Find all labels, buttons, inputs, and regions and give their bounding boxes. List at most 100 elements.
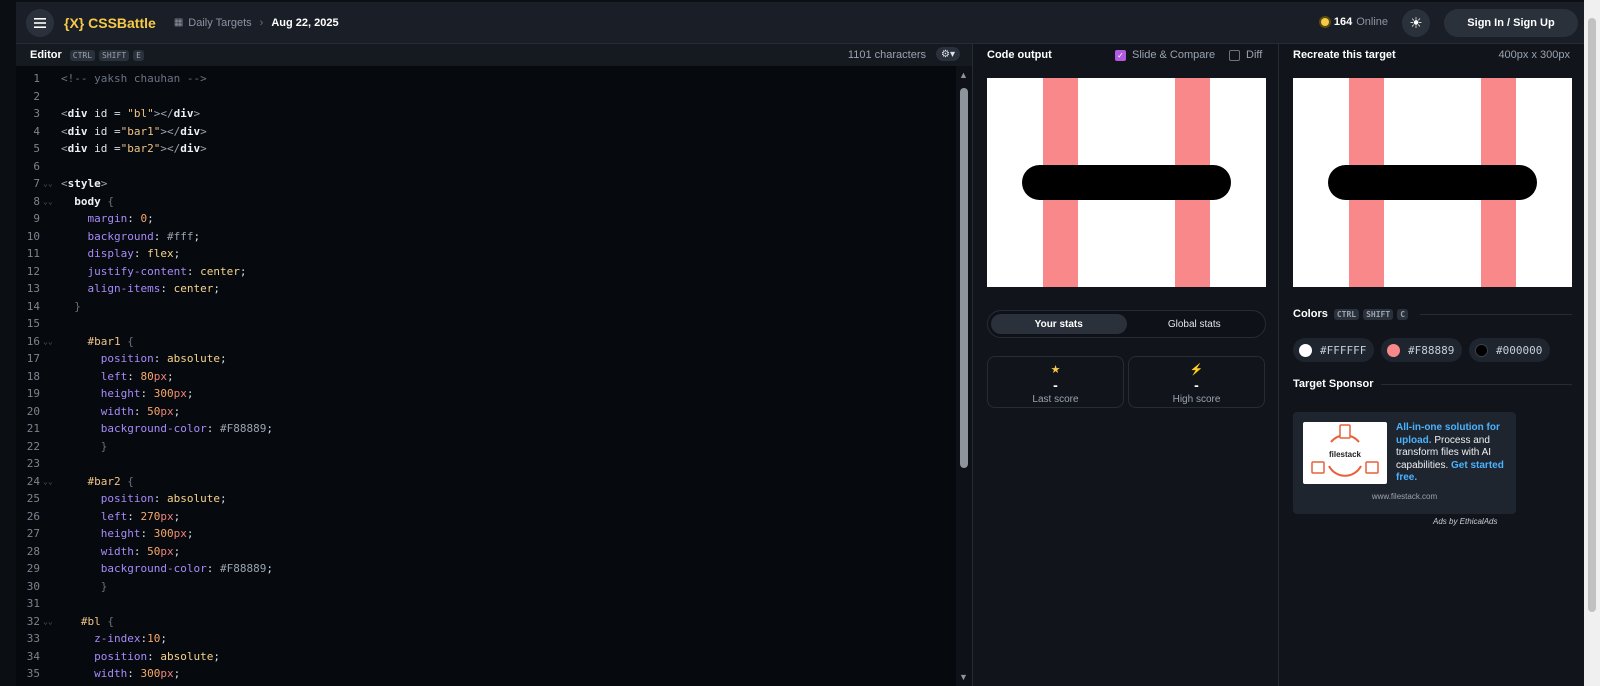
breadcrumb-date[interactable]: Aug 22, 2025	[271, 17, 338, 29]
code-line[interactable]: left: 270px;	[61, 510, 181, 523]
fold-icon[interactable]: ⌄⌄	[43, 337, 53, 346]
code-output-canvas[interactable]	[987, 78, 1266, 287]
code-line[interactable]: background-color: #F88889;	[61, 562, 273, 575]
breadcrumb-daily-targets[interactable]: Daily Targets	[188, 17, 251, 29]
menu-icon	[34, 17, 46, 28]
code-line[interactable]: height: 300px;	[61, 387, 194, 400]
code-line[interactable]: body {	[61, 195, 114, 208]
code-line[interactable]: <style>	[61, 177, 107, 190]
target-black-pill	[1328, 165, 1537, 200]
diff-toggle[interactable]: Diff	[1229, 49, 1262, 61]
line-number: 9	[33, 212, 40, 225]
online-label: Online	[1356, 16, 1388, 28]
line-number: 1	[33, 72, 40, 85]
fold-icon[interactable]: ⌄⌄	[43, 179, 53, 188]
line-number: 35	[26, 667, 40, 680]
line-number: 32	[26, 614, 40, 628]
code-line[interactable]: #bl {	[61, 615, 114, 628]
filestack-logo[interactable]: filestack	[1303, 422, 1387, 484]
tab-global-stats[interactable]: Global stats	[1127, 314, 1263, 334]
gear-icon: ⚙▾	[941, 48, 955, 60]
color-dot	[1387, 343, 1400, 357]
code-line[interactable]: <div id ="bar1"></div>	[61, 125, 207, 138]
sponsor-copy[interactable]: All-in-one solution for upload. Process …	[1396, 422, 1508, 485]
line-number: 23	[26, 457, 40, 470]
target-panel: Recreate this target 400px x 300px Color…	[1278, 44, 1584, 686]
code-editor[interactable]: 1 <!-- yaksh chauhan --> 2 3 <div id = "…	[16, 66, 956, 686]
menu-button[interactable]	[26, 8, 54, 37]
theme-toggle-button[interactable]: ☀	[1402, 9, 1430, 37]
line-number: 20	[26, 404, 40, 418]
line-number: 25	[26, 492, 40, 505]
code-line[interactable]: left: 80px;	[61, 370, 174, 383]
slide-compare-toggle[interactable]: ✓ Slide & Compare	[1115, 49, 1215, 61]
editor-scrollbar[interactable]: ▲ ▼	[956, 66, 972, 686]
code-line[interactable]: height: 300px;	[61, 527, 194, 540]
sponsor-ad[interactable]: filestack All-in-one solution for upload…	[1293, 412, 1516, 514]
online-count: 164	[1333, 16, 1353, 28]
color-swatch-pink[interactable]: #F88889	[1381, 338, 1463, 362]
fold-icon[interactable]: ⌄⌄	[43, 197, 53, 206]
editor-scroll-thumb[interactable]	[960, 88, 968, 468]
code-line[interactable]: align-items: center;	[61, 282, 220, 295]
line-number: 16	[26, 334, 40, 348]
code-line[interactable]: width: 50px;	[61, 405, 181, 418]
code-line[interactable]: #bar1 {	[61, 335, 134, 348]
code-line[interactable]: justify-content: center;	[61, 265, 247, 278]
high-score-value: -	[1194, 377, 1199, 393]
code-line[interactable]: <div id ="bar2"></div>	[61, 142, 207, 155]
diff-checkbox[interactable]	[1229, 49, 1240, 61]
scroll-down-icon[interactable]: ▼	[959, 672, 968, 682]
code-line[interactable]: #bar2 {	[61, 475, 134, 488]
divider	[1381, 383, 1572, 385]
code-line[interactable]: position: absolute;	[61, 352, 227, 365]
tab-your-stats[interactable]: Your stats	[991, 314, 1127, 334]
code-line[interactable]: background-color: #F88889;	[61, 422, 273, 435]
check-icon[interactable]: ✓	[1115, 49, 1126, 61]
diff-label: Diff	[1246, 49, 1263, 61]
line-number: 26	[26, 509, 40, 523]
code-line[interactable]: background: #fff;	[61, 230, 201, 243]
code-line[interactable]: }	[61, 300, 81, 313]
color-dot	[1475, 343, 1488, 357]
code-line[interactable]: position: absolute;	[61, 492, 227, 505]
line-number: 2	[33, 89, 40, 103]
sponsor-logo-text: filestack	[1328, 450, 1362, 459]
code-line[interactable]: }	[61, 440, 108, 453]
scroll-up-icon[interactable]: ▲	[959, 70, 968, 80]
editor-settings-button[interactable]: ⚙▾	[936, 47, 960, 61]
target-title: Recreate this target	[1293, 49, 1396, 61]
shortcut-key: E	[133, 49, 144, 61]
code-line[interactable]: display: flex;	[61, 247, 181, 260]
line-number: 5	[33, 142, 40, 155]
target-size: 400px x 300px	[1498, 49, 1570, 61]
page-scrollbar[interactable]	[1584, 0, 1600, 686]
sign-in-button[interactable]: Sign In / Sign Up	[1444, 9, 1578, 37]
colors-title: Colors	[1293, 308, 1328, 320]
page-scroll-thumb[interactable]	[1588, 18, 1596, 612]
code-line[interactable]: z-index:10;	[61, 632, 167, 645]
fold-icon[interactable]: ⌄⌄	[43, 477, 53, 486]
line-number: 24	[26, 474, 40, 488]
editor-title: Editor	[30, 49, 62, 61]
color-swatch-black[interactable]: #000000	[1469, 338, 1551, 362]
brand-logo[interactable]: {X} CSSBattle	[64, 15, 156, 31]
top-bar: {X} CSSBattle ▦ Daily Targets › Aug 22, …	[16, 2, 1584, 44]
target-canvas	[1293, 78, 1572, 287]
code-line[interactable]: <!-- yaksh chauhan -->	[61, 72, 207, 85]
fold-icon[interactable]: ⌄⌄	[43, 617, 53, 626]
code-line[interactable]: width: 50px;	[61, 545, 181, 558]
code-line[interactable]: width: 300px;	[61, 667, 180, 680]
code-line[interactable]: <div id = "bl"></div>	[61, 107, 200, 120]
code-line[interactable]: margin: 0;	[61, 212, 154, 225]
line-number: 31	[26, 597, 40, 610]
sponsor-url[interactable]: www.filestack.com	[1293, 492, 1516, 501]
line-number: 7	[33, 177, 40, 190]
character-count: 1101 characters	[847, 49, 926, 61]
code-line[interactable]: }	[61, 580, 108, 593]
colors-heading: Colors CTRL SHIFT C	[1293, 308, 1572, 320]
ads-by-link[interactable]: Ads by EthicalAds	[1433, 517, 1497, 526]
color-swatch-white[interactable]: #FFFFFF	[1293, 338, 1375, 362]
last-score-value: -	[1053, 377, 1058, 393]
code-line[interactable]: position: absolute;	[61, 650, 220, 663]
